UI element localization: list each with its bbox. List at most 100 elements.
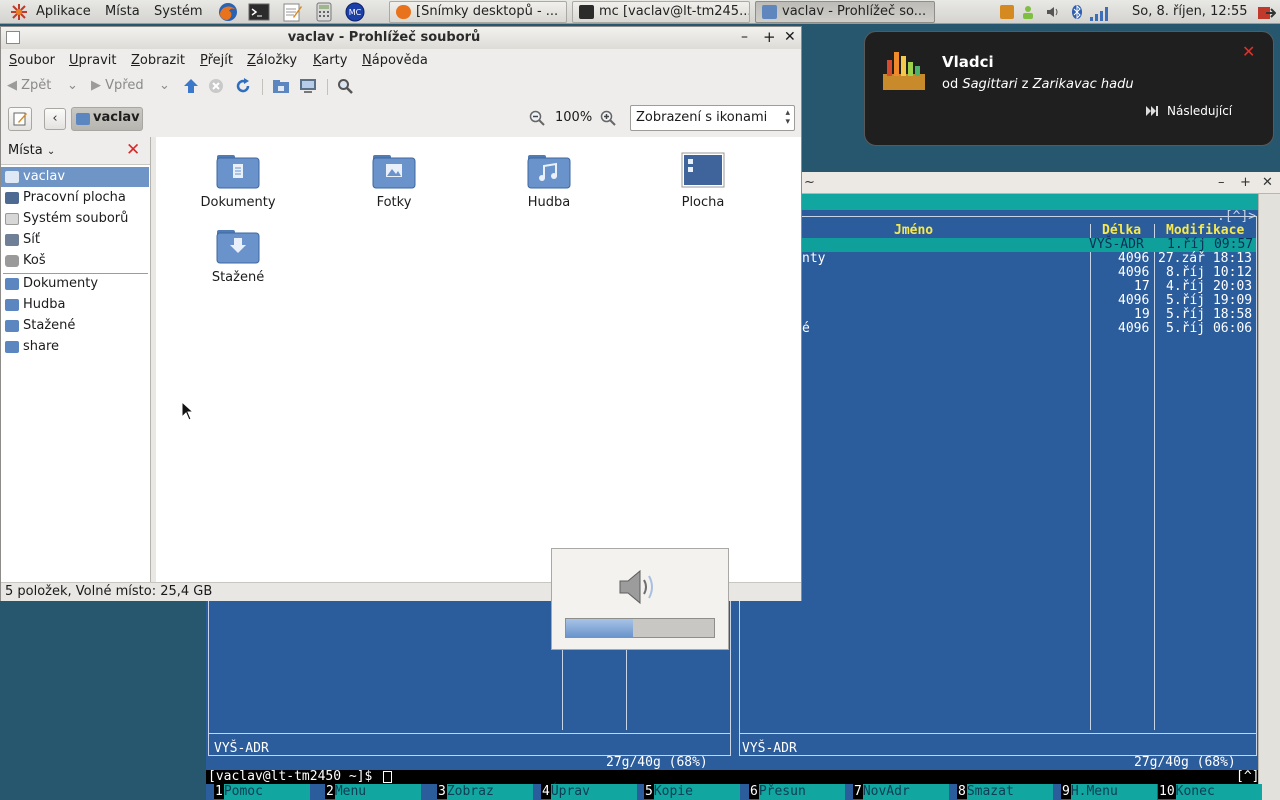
firefox-launcher-icon[interactable] [217,2,239,22]
bluetooth-icon[interactable] [1070,4,1084,20]
breadcrumb-scroll-left-button[interactable]: ‹ [44,108,66,130]
zoom-in-icon[interactable] [600,110,616,130]
home-folder-icon[interactable] [272,75,290,97]
package-updates-icon[interactable] [1000,5,1014,19]
text-editor-launcher-icon[interactable] [281,2,303,22]
sidebar-item-documents[interactable]: Dokumenty [1,274,149,294]
file-item-music[interactable]: Hudba [489,151,609,210]
back-history-icon[interactable]: ⌄ [67,75,78,97]
view-mode-select[interactable]: Zobrazení s ikonami ▴ ▾ [630,105,795,131]
file-item-pictures[interactable]: Fotky [334,151,454,210]
close-notification-icon[interactable]: ✕ [1242,42,1255,61]
task-screenshots[interactable]: [Snímky desktopů - ... [389,1,567,23]
menu-tabs[interactable]: Karty [313,52,347,70]
sidebar-item-share[interactable]: share [1,337,149,357]
menu-view[interactable]: Zobrazit [131,52,185,70]
forward-history-icon[interactable]: ⌄ [159,75,170,97]
sidebar-item-music[interactable]: Hudba [1,295,149,315]
network-icon [5,234,19,246]
reload-icon[interactable] [234,75,252,97]
task-file-browser[interactable]: vaclav - Prohlížeč so... [755,1,935,23]
foot-menu-icon[interactable] [10,3,28,21]
breadcrumb-home-button[interactable]: vaclav [71,107,143,131]
file-icon-view[interactable]: Dokumenty Fotky Hudba Plocha Stažené [156,137,801,582]
file-item-label: Fotky [376,195,412,210]
fkey-edit[interactable]: 4Úprav [541,784,637,800]
menu-applications[interactable]: Aplikace [36,0,91,24]
task-mc-terminal[interactable]: mc [vaclav@lt-tm245... [572,1,750,23]
fkey-move[interactable]: 6Přesun [749,784,845,800]
close-window-button[interactable]: ✕ [784,29,796,45]
mc-command-line[interactable]: [vaclav@lt-tm2450 ~]$ [^] [206,770,1259,784]
clock[interactable]: So, 8. říjen, 12:55 [1132,0,1248,24]
menu-system[interactable]: Systém [154,0,202,24]
fkey-quit[interactable]: 10Konec [1158,784,1262,800]
user-status-icon[interactable] [1021,5,1035,19]
menu-places[interactable]: Místa [105,0,140,24]
sidebar-item-downloads[interactable]: Stažené [1,316,149,336]
close-button[interactable]: ✕ [1262,172,1273,194]
go-up-icon[interactable] [183,75,199,97]
stop-icon[interactable] [208,75,224,97]
fkey-delete[interactable]: 8Smazat [957,784,1053,800]
menu-edit[interactable]: Upravit [69,52,116,70]
mc-row-name[interactable]: nty [802,252,825,266]
fkey-mkdir[interactable]: 7NovAdr [853,784,949,800]
zoom-out-icon[interactable] [529,110,545,130]
maximize-button[interactable]: + [763,28,776,46]
menu-help[interactable]: Nápověda [362,52,428,70]
file-item-label: Plocha [681,195,725,210]
music-notification[interactable]: Vladci od Sagittari z Zarikavac hadu ✕ N… [864,31,1274,146]
fkey-pulldown[interactable]: 9H.Menu [1061,784,1157,800]
fkey-copy[interactable]: 5Kopie [644,784,740,800]
back-button[interactable]: ◀ Zpět [7,75,51,97]
network-signal-icon[interactable] [1090,5,1112,21]
mc-left-info: VYŠ-ADR [214,741,269,756]
menu-file[interactable]: Soubor [9,52,55,70]
menu-go[interactable]: Přejít [200,52,233,70]
sidebar-item-label: Systém souborů [23,211,129,226]
sidebar-item-filesystem[interactable]: Systém souborů [1,209,149,229]
computer-icon[interactable] [299,75,317,97]
sidebar-item-network[interactable]: Síť [1,230,149,250]
places-sidebar: Místa ⌄ ✕ vaclav Pracovní plocha Systém … [1,137,151,582]
sidebar-header: Místa ⌄ ✕ [1,137,150,165]
fkey-menu[interactable]: 2Menu [325,784,421,800]
window-titlebar[interactable]: vaclav - Prohlížeč souborů – + ✕ [1,27,801,49]
sidebar-item-label: Hudba [23,297,66,312]
mc-header-size[interactable]: Délka [1102,224,1141,238]
sidebar-item-trash[interactable]: Koš [1,251,149,271]
calculator-launcher-icon[interactable] [313,2,335,22]
toggle-location-entry-button[interactable] [8,107,32,131]
terminal-icon [579,5,594,19]
midnight-commander-launcher-icon[interactable]: MC [344,2,366,22]
sidebar-item-label: vaclav [23,169,66,184]
volume-tray-icon[interactable] [1046,5,1060,19]
terminal-launcher-icon[interactable] [248,2,270,22]
file-item-desktop[interactable]: Plocha [643,151,763,210]
search-icon[interactable] [337,75,353,97]
mc-header-modified[interactable]: Modifikace [1166,224,1244,238]
breadcrumb-label: vaclav [93,110,140,125]
mc-header-name[interactable]: Jméno [894,224,933,238]
terminal-scrollbar[interactable] [1258,194,1280,800]
sidebar-item-home[interactable]: vaclav [1,167,149,187]
fkey-view[interactable]: 3Zobraz [437,784,533,800]
minimize-button[interactable]: – [1218,172,1225,194]
file-item-downloads[interactable]: Stažené [178,226,298,285]
forward-button[interactable]: ▶ Vpřed [91,75,144,97]
zoom-level[interactable]: 100% [555,110,592,125]
sidebar-type-select[interactable]: Místa ⌄ [8,143,55,158]
menu-bookmarks[interactable]: Záložky [247,52,297,70]
fkey-help[interactable]: 1Pomoc [214,784,310,800]
sidebar-item-desktop[interactable]: Pracovní plocha [1,188,149,208]
home-icon [76,113,90,125]
close-sidebar-icon[interactable]: ✕ [126,140,140,160]
minimize-button[interactable]: – [741,29,748,45]
mc-row-size: 4096 [1118,251,1150,266]
maximize-button[interactable]: + [1240,172,1251,194]
file-manager-window[interactable]: vaclav - Prohlížeč souborů – + ✕ Soubor … [0,26,802,601]
mc-row-name[interactable]: é [802,322,810,336]
shutdown-icon[interactable] [1256,5,1277,19]
file-item-documents[interactable]: Dokumenty [178,151,298,210]
